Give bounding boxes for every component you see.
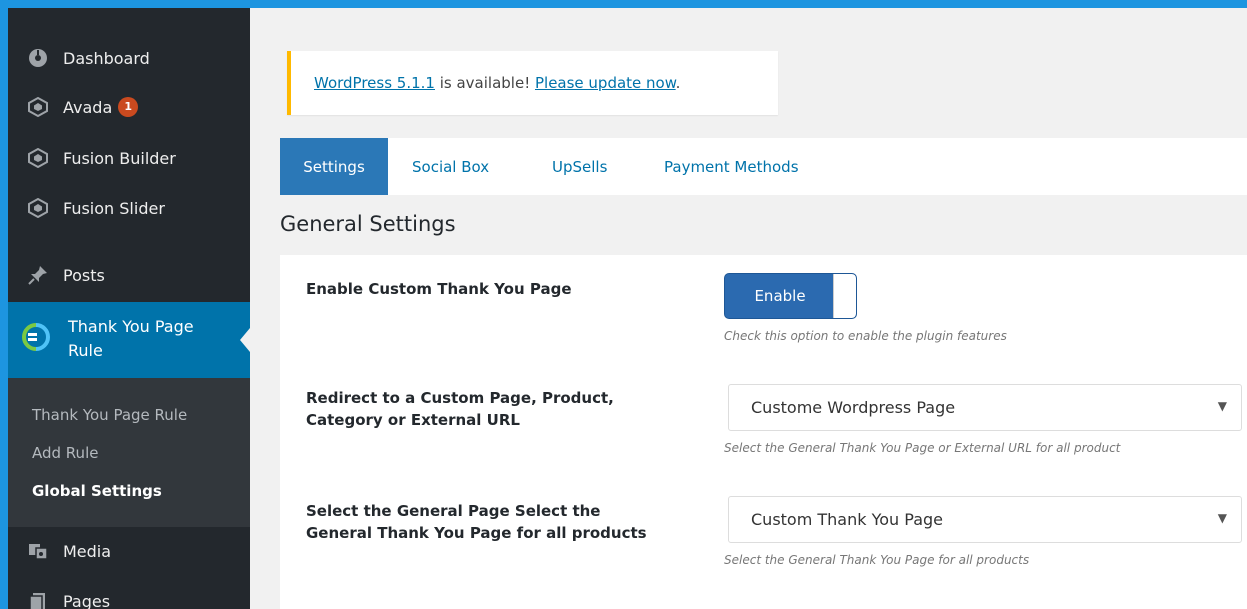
sidebar-item-dashboard[interactable]: Dashboard — [8, 36, 250, 80]
sidebar-item-media[interactable]: Media — [8, 529, 250, 573]
pin-icon — [27, 264, 49, 286]
avada-icon — [27, 96, 49, 118]
sidebar-item-pages[interactable]: Pages — [8, 579, 250, 609]
submenu-item-add-rule[interactable]: Add Rule — [32, 444, 98, 462]
redirect-label: Redirect to a Custom Page, Product, Cate… — [306, 389, 614, 429]
thank-you-plugin-icon — [21, 322, 51, 352]
update-now-link[interactable]: Please update now — [535, 74, 676, 92]
general-page-select-value: Custom Thank You Page — [751, 510, 943, 529]
admin-sidebar: Dashboard Avada 1 Fusion Builder Fusion … — [8, 8, 250, 609]
enable-toggle-label: Enable — [754, 287, 806, 305]
settings-tabs: Settings Social Box UpSells Payment Meth… — [280, 138, 1247, 195]
notice-period: . — [675, 74, 681, 92]
sidebar-item-fusion-slider[interactable]: Fusion Slider — [8, 186, 250, 230]
tab-social-box[interactable]: Social Box — [412, 138, 489, 195]
settings-panel: Enable Custom Thank You Page Enable Chec… — [280, 255, 1247, 609]
submenu-item-global-settings[interactable]: Global Settings — [32, 482, 162, 500]
tab-settings[interactable]: Settings — [280, 138, 388, 195]
media-icon — [27, 540, 49, 562]
sidebar-item-label: Fusion Slider — [63, 198, 165, 218]
pages-icon — [27, 590, 49, 609]
sidebar-item-avada[interactable]: Avada 1 — [8, 85, 250, 129]
update-count-badge: 1 — [118, 97, 139, 117]
enable-hint: Check this option to enable the plugin f… — [724, 329, 1007, 343]
chevron-down-icon: ▼ — [1217, 511, 1227, 525]
update-notice: WordPress 5.1.1 is available! Please upd… — [287, 51, 778, 115]
general-page-hint: Select the General Thank You Page for al… — [724, 553, 1030, 567]
toggle-knob — [833, 274, 856, 318]
submenu-item-thank-you-page-rule[interactable]: Thank You Page Rule — [32, 406, 187, 424]
submenu: Thank You Page Rule Add Rule Global Sett… — [8, 378, 250, 527]
dashboard-icon — [27, 47, 49, 69]
sidebar-item-label: Fusion Builder — [63, 148, 176, 168]
wordpress-version-link[interactable]: WordPress 5.1.1 — [314, 74, 435, 92]
sidebar-item-thank-you-page-rule[interactable]: Thank You Page Rule — [8, 302, 250, 378]
general-page-select[interactable]: Custom Thank You Page ▼ — [728, 496, 1242, 543]
current-menu-arrow — [240, 328, 250, 352]
redirect-select-value: Custome Wordpress Page — [751, 398, 956, 417]
fusion-builder-icon — [27, 147, 49, 169]
sidebar-item-label: Posts — [63, 265, 105, 285]
page-title: General Settings — [280, 212, 456, 236]
enable-toggle[interactable]: Enable — [724, 273, 857, 319]
wp-admin-window: Dashboard Avada 1 Fusion Builder Fusion … — [8, 8, 1247, 609]
sidebar-item-label: Avada — [63, 97, 113, 117]
sidebar-item-label: Thank You Page Rule — [68, 317, 194, 360]
fusion-slider-icon — [27, 197, 49, 219]
tab-payment-methods[interactable]: Payment Methods — [664, 138, 799, 195]
redirect-select[interactable]: Custome Wordpress Page ▼ — [728, 384, 1242, 431]
general-page-label: Select the General Page Select the Gener… — [306, 502, 647, 542]
sidebar-item-label: Pages — [63, 591, 111, 609]
enable-custom-thank-you-label: Enable Custom Thank You Page — [306, 280, 572, 298]
sidebar-item-label: Media — [63, 541, 112, 561]
sidebar-item-fusion-builder[interactable]: Fusion Builder — [8, 136, 250, 180]
tab-upsells[interactable]: UpSells — [552, 138, 607, 195]
sidebar-item-posts[interactable]: Posts — [8, 253, 250, 297]
chevron-down-icon: ▼ — [1217, 399, 1227, 413]
redirect-hint: Select the General Thank You Page or Ext… — [724, 441, 1121, 455]
notice-text: is available! — [434, 74, 535, 92]
sidebar-item-label: Dashboard — [63, 48, 150, 68]
